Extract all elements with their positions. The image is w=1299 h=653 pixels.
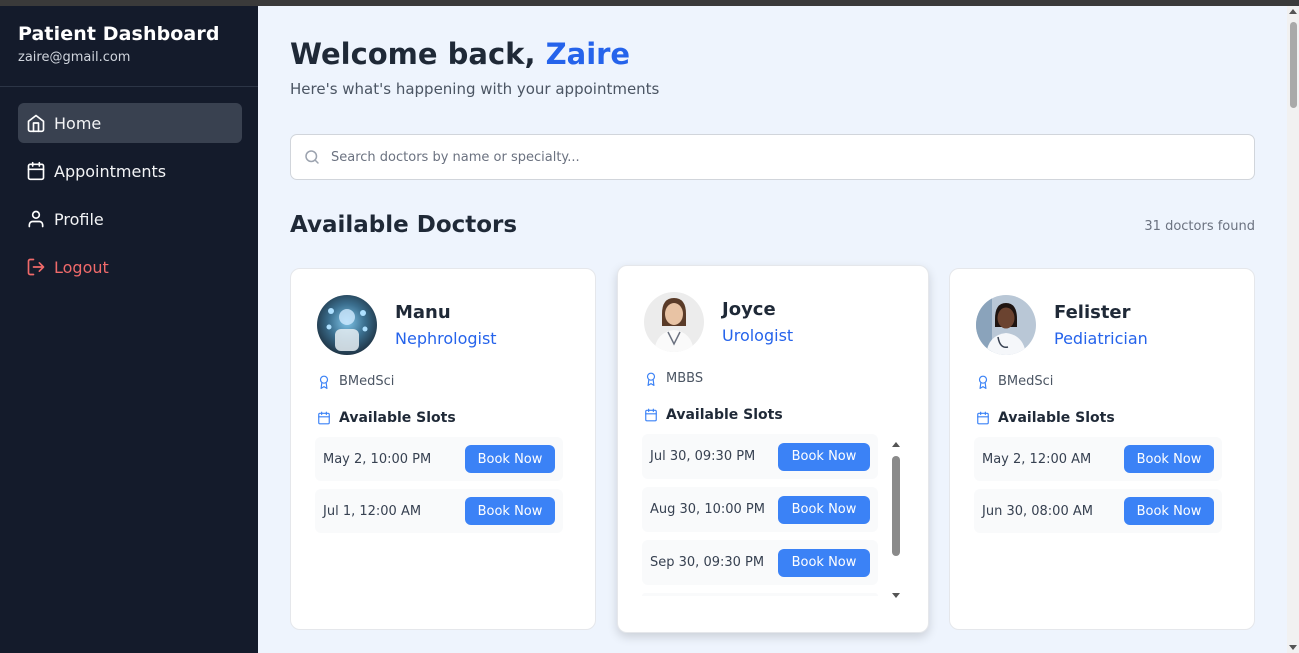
scroll-down-arrow-icon[interactable] — [892, 593, 900, 598]
doctor-name: Felister — [1054, 302, 1131, 323]
user-name: Zaire — [545, 37, 631, 71]
slot-time: Jun 30, 08:00 AM — [982, 503, 1093, 519]
qualification-text: MBBS — [666, 371, 704, 386]
book-now-button[interactable]: Book Now — [778, 495, 870, 524]
welcome-text: Welcome back, — [290, 37, 536, 71]
app-title: Patient Dashboard — [18, 23, 220, 45]
award-icon — [978, 375, 988, 389]
slot-time: May 2, 12:00 AM — [982, 451, 1092, 467]
avatar — [644, 292, 704, 352]
sidebar-item-home[interactable]: Home — [18, 103, 242, 143]
slot-list: Jul 30, 09:30 PM Book Now Aug 30, 10:00 … — [642, 434, 878, 596]
book-now-button[interactable]: Book Now — [1124, 497, 1214, 525]
search-input[interactable] — [331, 149, 1231, 165]
doctor-card: Felister Pediatrician BMedSci Available … — [949, 268, 1255, 630]
doctor-header: Felister Pediatrician — [976, 295, 1148, 355]
slot-time: May 2, 10:00 PM — [323, 451, 432, 467]
slot-row: May 2, 12:00 AM Book Now — [974, 437, 1222, 481]
section-title: Available Doctors — [290, 212, 518, 238]
doctor-specialty: Urologist — [722, 326, 794, 345]
scroll-up-arrow-icon[interactable] — [1289, 9, 1297, 14]
doctor-specialty: Pediatrician — [1054, 329, 1148, 348]
sidebar-header: Patient Dashboard zaire@gmail.com — [0, 6, 258, 87]
doctor-count: 31 doctors found — [1144, 219, 1255, 234]
user-email: zaire@gmail.com — [18, 50, 131, 65]
calendar-icon — [27, 161, 45, 181]
doctor-name: Joyce — [722, 299, 776, 320]
sidebar-item-profile[interactable]: Profile — [18, 199, 242, 239]
doctor-qualification: BMedSci — [976, 374, 1053, 389]
scroll-thumb[interactable] — [892, 456, 900, 556]
slot-time: Jul 1, 12:00 AM — [323, 503, 422, 519]
slot-row: Jul 30, 09:30 PM Book Now — [642, 434, 878, 479]
scroll-up-arrow-icon[interactable] — [892, 442, 900, 447]
doctor-card: Manu Nephrologist BMedSci Available Slot… — [290, 268, 596, 630]
slots-label-text: Available Slots — [339, 410, 456, 426]
sidebar-nav: Home Appointments Profile Logout — [0, 87, 258, 287]
book-now-button[interactable]: Book Now — [778, 548, 870, 577]
slot-list: May 2, 10:00 PM Book Now Jul 1, 12:00 AM… — [315, 437, 563, 541]
slot-row: Jun 30, 08:00 AM Book Now — [974, 489, 1222, 533]
home-icon — [27, 114, 45, 133]
slot-list: May 2, 12:00 AM Book Now Jun 30, 08:00 A… — [974, 437, 1222, 541]
slots-label: Available Slots — [317, 410, 456, 426]
search-icon — [305, 150, 319, 164]
calendar-icon — [318, 411, 330, 425]
slot-time: Sep 30, 09:30 PM — [650, 555, 765, 570]
slot-row: Aug 30, 10:00 PM Book Now — [642, 487, 878, 532]
award-icon — [646, 372, 656, 386]
doctor-qualification: BMedSci — [317, 374, 394, 389]
page-subtitle: Here's what's happening with your appoin… — [290, 80, 660, 98]
logout-icon — [27, 258, 45, 276]
book-now-button[interactable]: Book Now — [1124, 445, 1214, 473]
doctor-qualification: MBBS — [644, 371, 703, 386]
doctor-name: Manu — [395, 302, 451, 323]
avatar — [976, 295, 1036, 355]
sidebar-item-label: Home — [54, 113, 102, 133]
page-title: Welcome back, Zaire — [290, 37, 630, 71]
sidebar-item-label: Logout — [54, 257, 109, 277]
slot-row — [642, 593, 878, 596]
sidebar-item-label: Appointments — [54, 161, 167, 181]
slot-list-scrollbar[interactable] — [890, 442, 902, 598]
search-bar[interactable] — [290, 134, 1255, 180]
avatar — [317, 295, 377, 355]
slot-time: Jul 30, 09:30 PM — [650, 449, 756, 464]
calendar-icon — [645, 408, 657, 422]
book-now-button[interactable]: Book Now — [465, 445, 555, 473]
calendar-icon — [977, 411, 989, 425]
slot-time: Aug 30, 10:00 PM — [650, 502, 765, 517]
sidebar-item-label: Profile — [54, 209, 104, 229]
doctor-header: Joyce Urologist — [644, 292, 793, 352]
slot-row: Jul 1, 12:00 AM Book Now — [315, 489, 563, 533]
main-content: Welcome back, Zaire Here's what's happen… — [258, 6, 1287, 653]
slot-row: May 2, 10:00 PM Book Now — [315, 437, 563, 481]
slots-label: Available Slots — [644, 407, 783, 423]
user-icon — [28, 210, 44, 228]
page-scrollbar[interactable] — [1287, 6, 1299, 653]
doctor-specialty: Nephrologist — [395, 329, 497, 348]
slots-label-text: Available Slots — [666, 407, 783, 423]
doctor-header: Manu Nephrologist — [317, 295, 497, 355]
slots-label: Available Slots — [976, 410, 1115, 426]
qualification-text: BMedSci — [998, 374, 1054, 389]
book-now-button[interactable]: Book Now — [778, 442, 870, 471]
doctor-card: Joyce Urologist MBBS Available Slots Jul… — [617, 265, 929, 633]
scroll-thumb[interactable] — [1290, 22, 1297, 108]
sidebar-item-logout[interactable]: Logout — [18, 247, 242, 287]
qualification-text: BMedSci — [339, 374, 395, 389]
scroll-down-arrow-icon[interactable] — [1289, 645, 1297, 650]
sidebar: Patient Dashboard zaire@gmail.com Home A… — [0, 6, 258, 653]
slot-row: Sep 30, 09:30 PM Book Now — [642, 540, 878, 585]
book-now-button[interactable]: Book Now — [465, 497, 555, 525]
slots-label-text: Available Slots — [998, 410, 1115, 426]
award-icon — [319, 375, 329, 389]
sidebar-item-appointments[interactable]: Appointments — [18, 151, 242, 191]
